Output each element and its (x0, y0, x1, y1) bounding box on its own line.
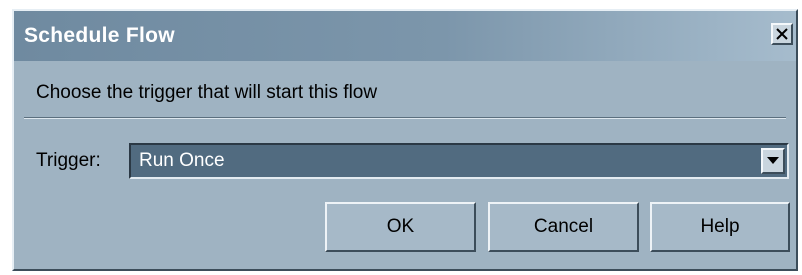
close-icon (776, 28, 788, 40)
dialog-title: Schedule Flow (24, 24, 175, 47)
separator (24, 117, 786, 119)
cancel-button[interactable]: Cancel (488, 202, 639, 252)
instruction-text: Choose the trigger that will start this … (36, 82, 378, 103)
trigger-dropdown[interactable]: Run Once (129, 143, 789, 179)
ok-button[interactable]: OK (325, 202, 476, 252)
help-button[interactable]: Help (650, 202, 790, 252)
chevron-down-icon (767, 157, 779, 164)
close-button[interactable] (771, 23, 793, 45)
trigger-selected-value: Run Once (139, 150, 225, 171)
title-bar[interactable]: Schedule Flow (14, 11, 796, 61)
trigger-label: Trigger: (36, 150, 101, 171)
schedule-flow-dialog: Schedule Flow Choose the trigger that wi… (12, 9, 798, 271)
dropdown-button[interactable] (761, 148, 785, 174)
